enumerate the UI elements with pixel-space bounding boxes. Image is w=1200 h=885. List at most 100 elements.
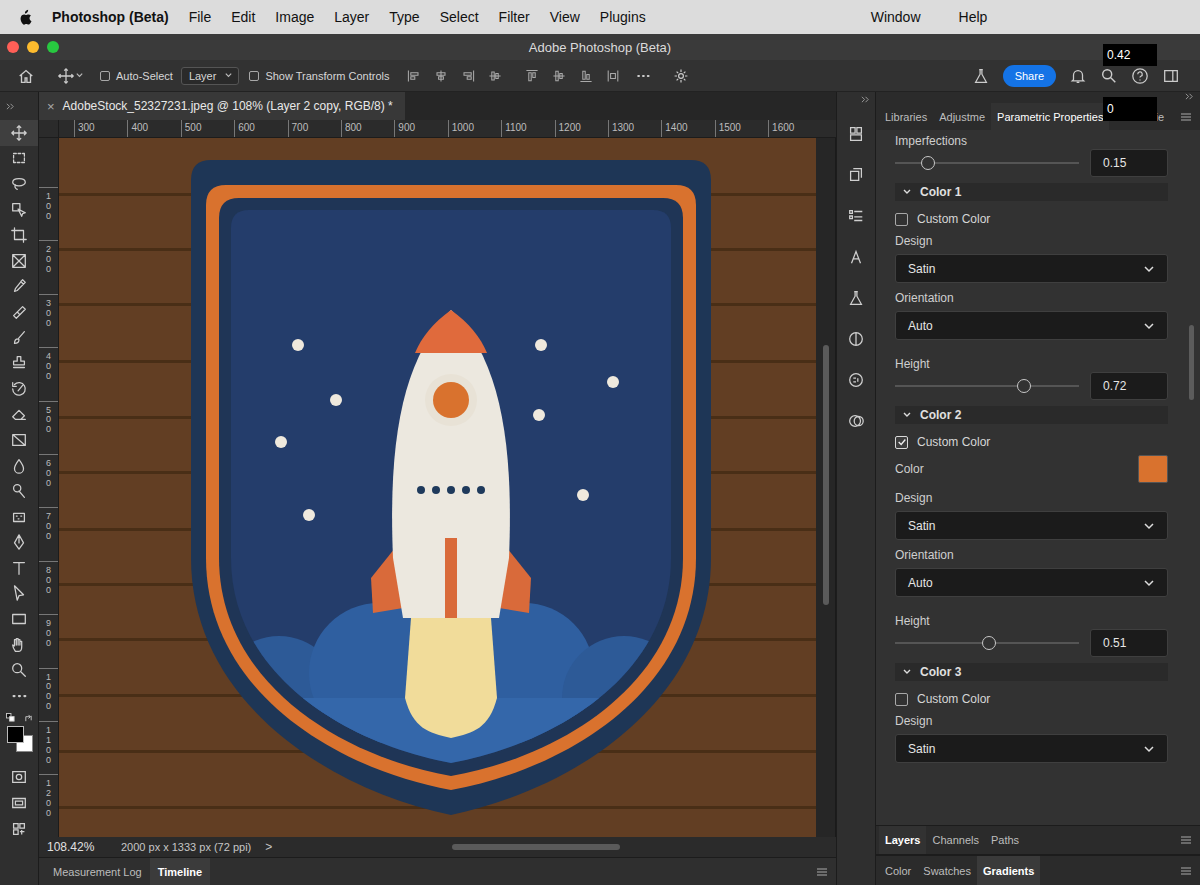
menu-item[interactable]: Filter	[499, 9, 530, 25]
help-icon[interactable]	[1131, 67, 1149, 85]
foreground-color-swatch[interactable]	[7, 726, 24, 743]
panel-button[interactable]	[843, 246, 869, 268]
value-field[interactable]: 0.72	[1090, 372, 1168, 400]
checkbox-box[interactable]	[895, 693, 908, 706]
dropdown[interactable]: Auto	[895, 568, 1168, 597]
tool-button[interactable]	[0, 478, 38, 504]
color-swatch[interactable]	[1138, 455, 1168, 483]
tool-button[interactable]	[0, 683, 38, 709]
status-menu-arrow[interactable]: >	[265, 840, 272, 854]
gear-icon[interactable]	[673, 68, 689, 84]
collapse-arrows-icon[interactable]	[6, 102, 15, 111]
value-field[interactable]: 0.15	[1090, 149, 1168, 177]
menu-item[interactable]: File	[189, 9, 212, 25]
tool-button[interactable]	[0, 376, 38, 402]
panel-tab[interactable]: Swatches	[917, 856, 977, 885]
checkbox-box[interactable]	[100, 71, 110, 81]
panel-tab[interactable]: Libraries	[879, 103, 933, 130]
value-field[interactable]: 0.51	[1090, 629, 1168, 657]
section-header[interactable]: Color 2	[895, 406, 1168, 424]
auto-select-target-dropdown[interactable]: Layer	[181, 67, 240, 85]
panel-menu-icon[interactable]	[1180, 112, 1192, 122]
panel-tab[interactable]: Parametric Properties	[991, 103, 1109, 130]
slider-thumb[interactable]	[982, 636, 996, 650]
menu-item[interactable]: View	[550, 9, 580, 25]
tool-button[interactable]	[0, 657, 38, 683]
dropdown[interactable]: Satin	[895, 254, 1168, 283]
tool-button[interactable]	[0, 222, 38, 248]
close-window-button[interactable]	[7, 41, 19, 53]
tool-button[interactable]	[0, 581, 38, 607]
more-options-icon[interactable]	[635, 68, 651, 84]
collapse-arrows-icon[interactable]	[1185, 92, 1194, 101]
slider-thumb[interactable]	[921, 156, 935, 170]
tool-button[interactable]	[0, 504, 38, 530]
dropdown[interactable]: Auto	[895, 311, 1168, 340]
align-icon[interactable]	[433, 68, 449, 84]
menu-item[interactable]: Select	[440, 9, 479, 25]
tool-button[interactable]	[0, 632, 38, 658]
menu-item[interactable]: Help	[959, 9, 988, 25]
align-icon[interactable]	[460, 68, 476, 84]
tool-button[interactable]	[0, 274, 38, 300]
slider[interactable]	[895, 629, 1079, 657]
vertical-scrollbar[interactable]	[816, 138, 836, 837]
panel-tab[interactable]: Gradients	[977, 856, 1040, 885]
panel-tab[interactable]: Layers	[879, 826, 926, 854]
panel-layout-icon[interactable]	[1162, 67, 1180, 85]
beta-flask-icon[interactable]	[972, 67, 990, 85]
tool-button[interactable]	[0, 120, 38, 146]
tool-button[interactable]	[0, 427, 38, 453]
canvas[interactable]	[59, 138, 816, 837]
horizontal-scroll-thumb[interactable]	[452, 844, 620, 850]
panel-button[interactable]	[843, 205, 869, 227]
checkbox-box[interactable]	[895, 436, 908, 449]
panel-button[interactable]	[843, 287, 869, 309]
tool-button[interactable]	[0, 453, 38, 479]
tool-button[interactable]	[0, 790, 38, 816]
section-header[interactable]: Color 1	[895, 183, 1168, 201]
collapse-arrows-icon[interactable]	[861, 95, 870, 104]
menu-item[interactable]: Image	[275, 9, 314, 25]
panel-button[interactable]	[843, 410, 869, 432]
panel-tab[interactable]: Color	[879, 856, 917, 885]
close-document-button[interactable]: ×	[47, 99, 55, 114]
tool-button[interactable]	[0, 765, 38, 791]
menu-item[interactable]: Plugins	[600, 9, 646, 25]
zoom-window-button[interactable]	[47, 41, 59, 53]
slider[interactable]	[895, 149, 1079, 177]
document-tab[interactable]: ×AdobeStock_52327231.jpeg @ 108% (Layer …	[39, 92, 405, 120]
tool-button[interactable]	[0, 197, 38, 223]
apple-logo-icon[interactable]	[16, 8, 34, 26]
scroll-thumb[interactable]	[823, 345, 829, 605]
panel-button[interactable]	[843, 369, 869, 391]
align-icon[interactable]	[487, 68, 503, 84]
panel-button[interactable]	[843, 328, 869, 350]
tool-button[interactable]	[0, 146, 38, 172]
panel-menu-icon[interactable]	[816, 867, 828, 877]
zoom-level[interactable]: 108.42%	[47, 840, 121, 854]
tool-button[interactable]	[0, 248, 38, 274]
panel-tab[interactable]: Channels	[926, 826, 984, 854]
share-button[interactable]: Share	[1003, 65, 1056, 87]
tool-button[interactable]	[0, 325, 38, 351]
align-icon[interactable]	[605, 68, 621, 84]
slider[interactable]	[895, 372, 1079, 400]
panel-tab[interactable]: Adjustme	[933, 103, 991, 130]
checkbox-row[interactable]: Custom Color	[895, 435, 1168, 449]
panel-menu-icon[interactable]	[1180, 866, 1192, 876]
bell-icon[interactable]	[1069, 67, 1087, 85]
auto-select-checkbox[interactable]: Auto-Select	[100, 70, 173, 82]
dropdown[interactable]: Satin	[895, 734, 1168, 763]
tool-button[interactable]	[0, 555, 38, 581]
tool-button[interactable]	[0, 402, 38, 428]
panel-menu-icon[interactable]	[1180, 835, 1192, 845]
panel-tab[interactable]: Paths	[985, 826, 1025, 854]
app-menu[interactable]: Photoshop (Beta)	[52, 9, 169, 25]
menu-item[interactable]: Edit	[231, 9, 255, 25]
tool-button[interactable]	[0, 299, 38, 325]
dropdown[interactable]: Satin	[895, 511, 1168, 540]
align-icon[interactable]	[551, 68, 567, 84]
menu-item[interactable]: Type	[389, 9, 419, 25]
home-icon[interactable]	[17, 67, 35, 85]
